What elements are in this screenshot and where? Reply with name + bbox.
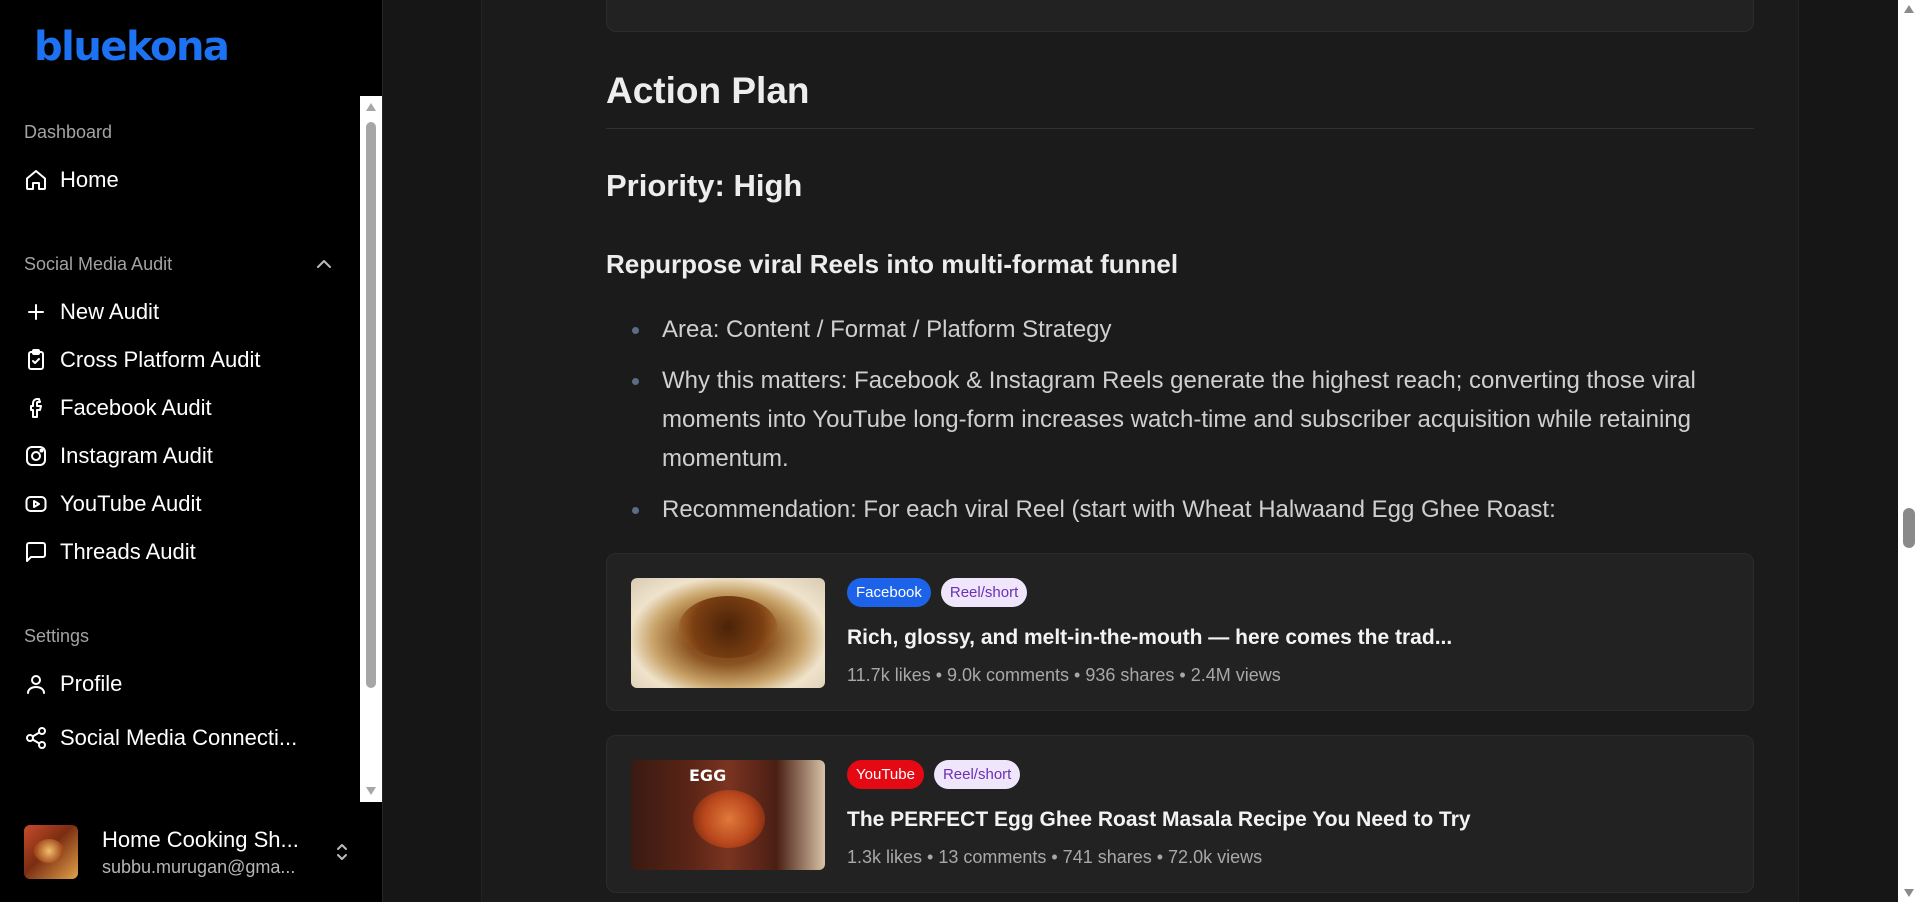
- sidebar: bluekona Dashboard Home Social Media Aud…: [0, 0, 383, 902]
- post-stats: 11.7k likes • 9.0k comments • 936 shares…: [847, 665, 1281, 685]
- post-card[interactable]: Facebook Reel/short Rich, glossy, and me…: [606, 553, 1754, 711]
- sidebar-item-home[interactable]: Home: [24, 160, 344, 200]
- sidebar-scrollbar-thumb[interactable]: [366, 122, 376, 688]
- instagram-icon: [26, 446, 46, 466]
- sidebar-item-label: Profile: [60, 671, 123, 696]
- divider: [606, 128, 1754, 129]
- scroll-down-arrow-icon[interactable]: [365, 786, 377, 796]
- page-scrollbar[interactable]: [1898, 0, 1920, 902]
- chevrons-up-down-icon[interactable]: [330, 840, 354, 864]
- thumbnail-caption: EGG: [689, 766, 727, 785]
- sidebar-item-label: Social Media Connecti...: [60, 725, 298, 750]
- plus-icon: [28, 304, 44, 320]
- section-label-social-media-audit: Social Media Audit: [24, 254, 173, 274]
- account-name: Home Cooking Sh...: [102, 826, 299, 852]
- sidebar-item-youtube-audit[interactable]: YouTube Audit: [24, 484, 344, 524]
- sidebar-item-new-audit[interactable]: New Audit: [24, 292, 344, 332]
- sidebar-item-cross-platform-audit[interactable]: Cross Platform Audit: [24, 340, 344, 380]
- action-title: Repurpose viral Reels into multi-format …: [606, 249, 1179, 279]
- sidebar-item-profile[interactable]: Profile: [24, 664, 344, 704]
- previous-post-card[interactable]: [606, 0, 1754, 32]
- sidebar-item-threads-audit[interactable]: Threads Audit: [24, 532, 344, 572]
- post-card[interactable]: EGG YouTube Reel/short The PERFECT Egg G…: [606, 735, 1754, 893]
- list-item: Recommendation: For each viral Reel (sta…: [606, 490, 1754, 529]
- sidebar-item-label: Home: [60, 167, 119, 192]
- post-stats: 1.3k likes • 13 comments • 741 shares • …: [847, 847, 1263, 867]
- main-content: Action Plan Priority: High Repurpose vir…: [383, 0, 1900, 902]
- clipboard-check-icon: [28, 349, 44, 370]
- scroll-down-arrow-icon[interactable]: [1903, 888, 1915, 898]
- sidebar-item-label: Threads Audit: [60, 539, 196, 564]
- type-badge: Reel/short: [933, 760, 1021, 789]
- sidebar-nav: Dashboard Home Social Media Audit New Au…: [0, 96, 360, 802]
- avatar: [24, 825, 78, 879]
- account-switcher[interactable]: Home Cooking Sh... subbu.murugan@gma...: [24, 822, 360, 882]
- page-scrollbar-thumb[interactable]: [1903, 508, 1915, 548]
- sidebar-item-label: Instagram Audit: [60, 443, 213, 468]
- message-square-icon: [26, 542, 46, 562]
- sidebar-item-instagram-audit[interactable]: Instagram Audit: [24, 436, 344, 476]
- scroll-up-arrow-icon[interactable]: [365, 102, 377, 112]
- user-icon: [27, 675, 45, 694]
- section-label-settings: Settings: [24, 626, 90, 646]
- priority-heading: Priority: High: [606, 168, 803, 203]
- sidebar-scrollbar[interactable]: [360, 96, 382, 802]
- action-details-list: Area: Content / Format / Platform Strate…: [606, 310, 1754, 541]
- list-item: Area: Content / Format / Platform Strate…: [606, 310, 1754, 349]
- sidebar-item-label: YouTube Audit: [60, 491, 202, 516]
- report-panel: Action Plan Priority: High Repurpose vir…: [481, 0, 1799, 902]
- brand-logo[interactable]: bluekona: [34, 24, 230, 70]
- post-thumbnail[interactable]: EGG: [631, 760, 825, 870]
- sidebar-item-social-media-connections[interactable]: Social Media Connecti...: [24, 718, 344, 758]
- post-thumbnail[interactable]: [631, 578, 825, 688]
- sidebar-item-label: Facebook Audit: [60, 395, 212, 420]
- home-icon: [26, 170, 46, 190]
- youtube-icon: [25, 496, 47, 512]
- type-badge: Reel/short: [940, 578, 1028, 607]
- platform-badge: YouTube: [847, 760, 924, 789]
- section-label-dashboard: Dashboard: [24, 122, 113, 142]
- sidebar-item-facebook-audit[interactable]: Facebook Audit: [24, 388, 344, 428]
- list-item: Why this matters: Facebook & Instagram R…: [606, 361, 1754, 478]
- scroll-up-arrow-icon[interactable]: [1903, 4, 1915, 14]
- chevron-up-icon[interactable]: [312, 252, 336, 276]
- share-icon: [26, 727, 46, 749]
- platform-badge: Facebook: [847, 578, 931, 607]
- facebook-icon: [30, 398, 42, 418]
- sidebar-item-label: Cross Platform Audit: [60, 347, 261, 372]
- section-heading: Action Plan: [606, 70, 810, 111]
- post-title[interactable]: Rich, glossy, and melt-in-the-mouth — he…: [847, 626, 1452, 650]
- account-email: subbu.murugan@gma...: [102, 856, 296, 877]
- sidebar-item-label: New Audit: [60, 299, 160, 324]
- post-title[interactable]: The PERFECT Egg Ghee Roast Masala Recipe…: [847, 808, 1471, 832]
